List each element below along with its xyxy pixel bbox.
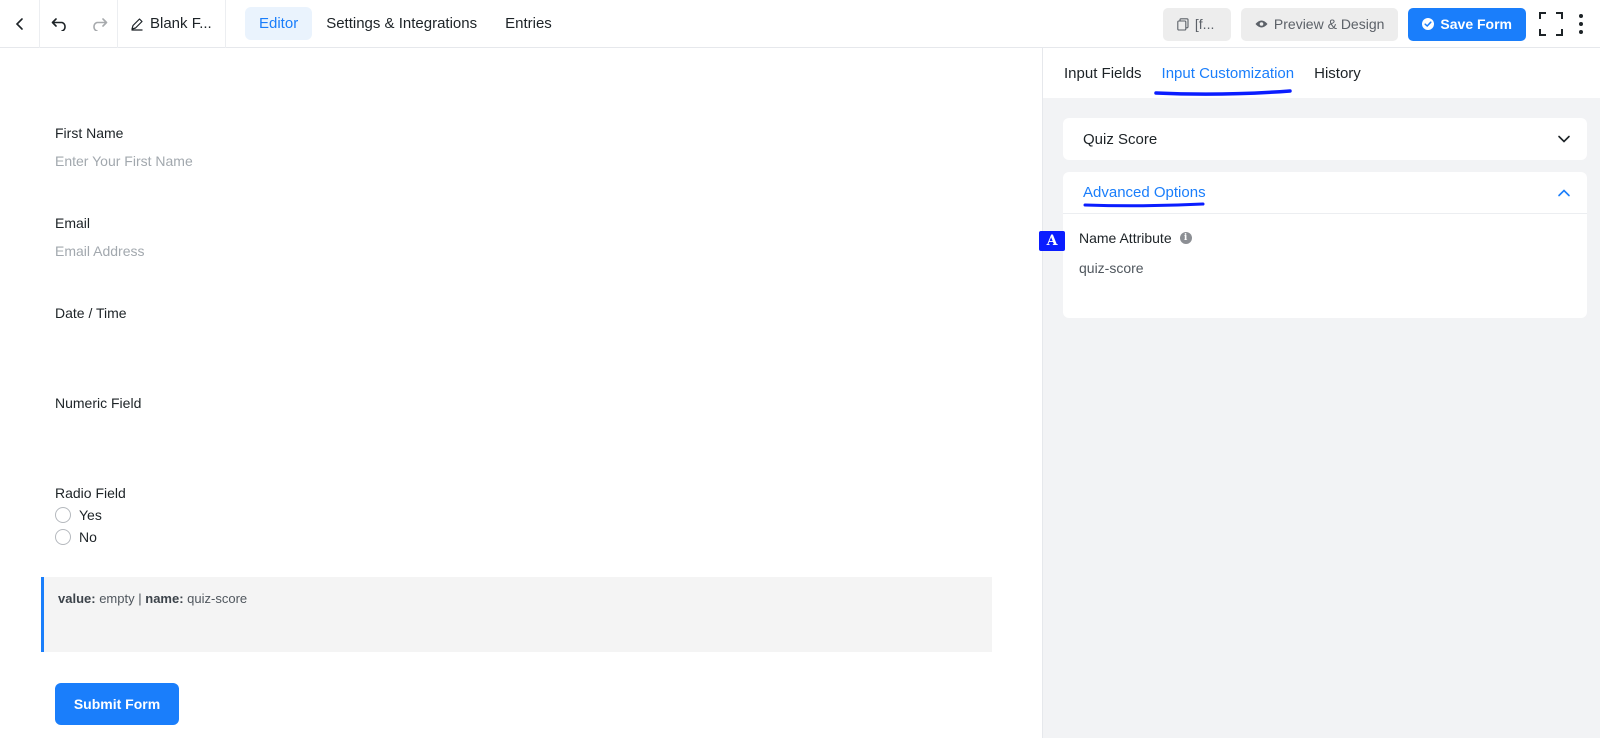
annotation-underline [1153,89,1292,96]
fullscreen-icon[interactable] [1538,11,1564,37]
tab-editor[interactable]: Editor [245,7,313,40]
submit-form-button[interactable]: Submit Form [55,683,179,725]
undo-icon [51,17,66,31]
tab-entries[interactable]: Entries [491,7,566,40]
tab-settings-integrations[interactable]: Settings & Integrations [312,7,491,40]
form-title-text: Blank F... [150,15,212,32]
quiz-score-field-preview[interactable]: value: empty | name: quiz-score [41,577,992,652]
quiz-score-panel-header[interactable]: Quiz Score [1063,118,1587,160]
annotation-underline [1083,202,1205,208]
chevron-up-icon [1558,188,1570,196]
field-label: Numeric Field [55,395,142,411]
redo-button[interactable] [80,0,118,48]
advanced-options-body: Name Attribute i quiz-score [1063,214,1587,276]
radio-option-label: Yes [79,507,102,523]
tab-input-customization-label: Input Customization [1161,64,1295,82]
radio-field[interactable]: Radio Field Yes No [55,485,126,545]
undo-button[interactable] [40,0,80,48]
preview-label: Preview & Design [1273,16,1385,32]
tab-input-fields[interactable]: Input Fields [1054,48,1152,98]
check-circle-icon [1422,18,1435,30]
top-toolbar: Blank F... Editor Settings & Integration… [0,0,1600,48]
radio-option-yes[interactable]: Yes [55,507,126,523]
save-label: Save Form [1440,16,1512,32]
radio-button[interactable] [55,529,71,545]
advanced-options-header[interactable]: Advanced Options [1063,172,1587,214]
date-time-field[interactable]: Date / Time [55,305,127,321]
info-icon[interactable]: i [1179,232,1192,244]
eye-icon [1255,20,1268,28]
advanced-options-title: Advanced Options [1083,184,1206,201]
shortcode-label: [f... [1194,16,1215,32]
separator: | [138,591,142,606]
form-title[interactable]: Blank F... [118,0,226,48]
field-placeholder: Enter Your First Name [55,153,193,169]
top-nav: Editor Settings & Integrations Entries [245,7,566,40]
tab-input-customization[interactable]: Input Customization [1152,48,1305,98]
sidebar-tabs: Input Fields Input Customization History [1043,48,1600,98]
advanced-options-panel: Advanced Options Name Attribute i quiz-s… [1063,172,1587,318]
form-editor-canvas: First Name Enter Your First Name Email E… [0,48,1042,738]
settings-sidebar: Input Fields Input Customization History… [1042,48,1600,738]
toolbar-actions: [f... Preview & Design Save Form [1162,0,1600,48]
name-attribute-input[interactable]: quiz-score [1079,260,1571,276]
back-button[interactable] [0,0,40,48]
field-label: Radio Field [55,485,126,501]
value-key: value: [58,591,96,606]
first-name-field[interactable]: First Name Enter Your First Name [55,125,193,169]
radio-button[interactable] [55,507,71,523]
more-options-icon[interactable] [1576,11,1586,37]
numeric-field[interactable]: Numeric Field [55,395,141,411]
name-attribute-label-row: Name Attribute i [1079,230,1571,246]
chevron-left-icon [15,17,23,30]
quiz-score-title: Quiz Score [1083,130,1158,148]
copy-icon [1177,17,1189,31]
email-field[interactable]: Email Email Address [55,215,144,259]
name-text: quiz-score [187,591,248,606]
radio-option-label: No [79,529,97,545]
field-placeholder: Email Address [55,243,145,259]
preview-design-button[interactable]: Preview & Design [1240,7,1399,41]
redo-icon [92,17,107,31]
tab-history[interactable]: History [1304,48,1371,98]
shortcode-button[interactable]: [f... [1162,7,1231,41]
value-text: empty [99,591,135,606]
field-label: First Name [55,125,124,141]
name-attribute-label: Name Attribute [1079,230,1172,246]
name-key: name: [145,591,184,606]
radio-option-no[interactable]: No [55,529,126,545]
field-label: Date / Time [55,305,127,321]
save-form-button[interactable]: Save Form [1408,7,1526,41]
pencil-icon [131,17,143,31]
field-label: Email [55,215,91,231]
annotation-marker: A [1039,231,1065,251]
chevron-down-icon [1558,135,1570,143]
